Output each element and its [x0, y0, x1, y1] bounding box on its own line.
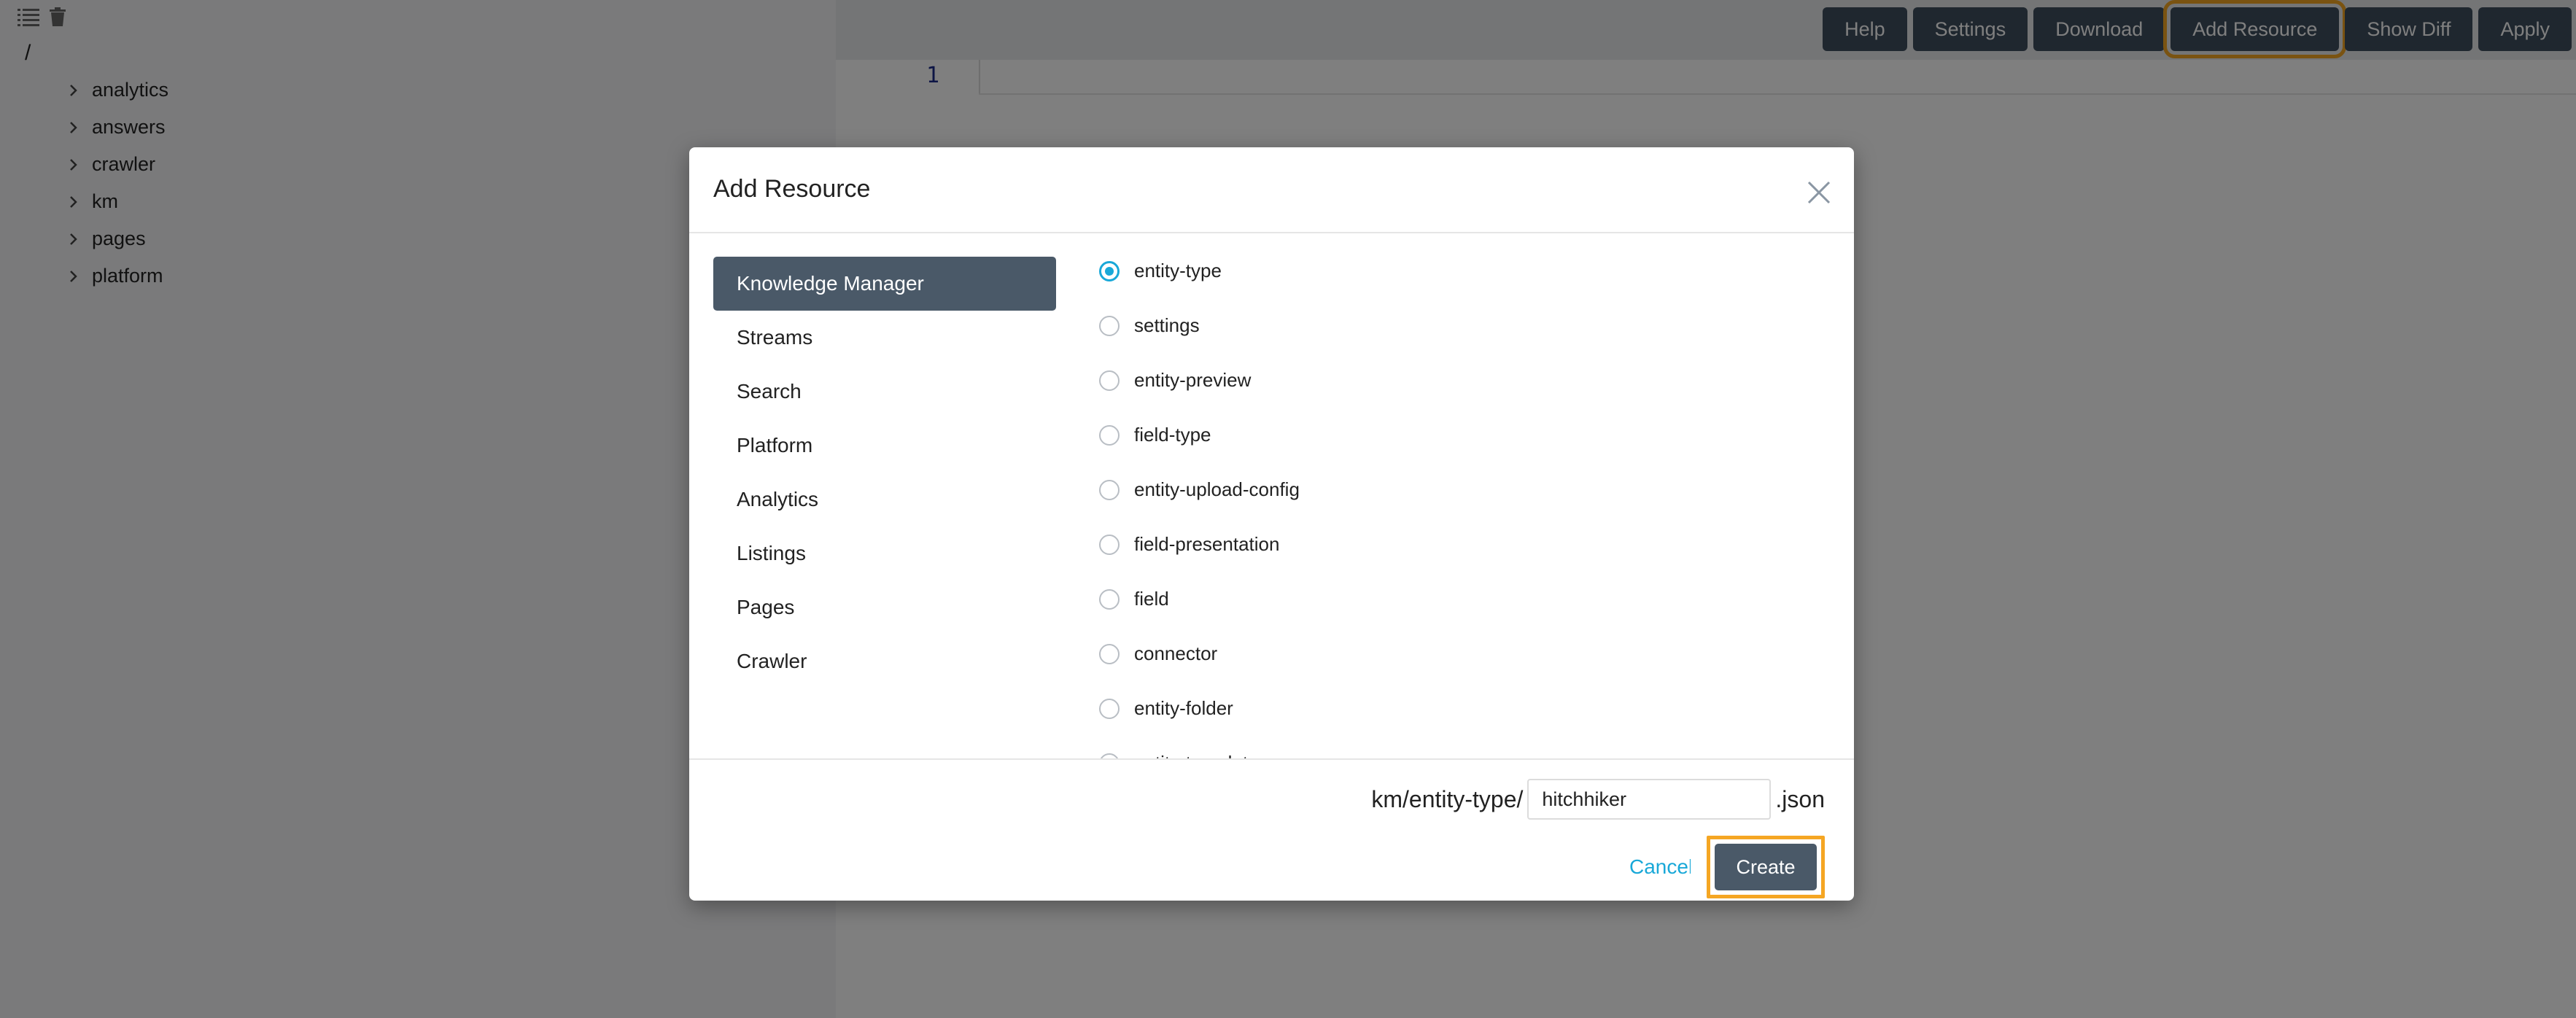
option-label: connector: [1134, 642, 1218, 664]
radio-button[interactable]: [1099, 315, 1120, 336]
option-label: entity-template: [1134, 752, 1259, 758]
option-label: field-presentation: [1134, 533, 1280, 555]
category-search[interactable]: Search: [713, 365, 1056, 419]
option-entity-preview[interactable]: entity-preview: [1099, 353, 1854, 408]
option-label: entity-type: [1134, 260, 1222, 281]
option-field-type[interactable]: field-type: [1099, 408, 1854, 462]
dialog-footer: km/entity-type/ .json Cancel Create: [689, 758, 1854, 901]
create-highlight: Create: [1707, 836, 1825, 898]
category-analytics[interactable]: Analytics: [713, 473, 1056, 527]
radio-button[interactable]: [1099, 698, 1120, 719]
option-label: entity-folder: [1134, 697, 1233, 719]
option-label: settings: [1134, 314, 1200, 336]
option-entity-upload-config[interactable]: entity-upload-config: [1099, 462, 1854, 517]
dialog-body: Knowledge Manager Streams Search Platfor…: [689, 233, 1854, 758]
option-entity-template[interactable]: entity-template: [1099, 736, 1854, 758]
option-entity-folder[interactable]: entity-folder: [1099, 681, 1854, 736]
path-suffix: .json: [1775, 785, 1825, 812]
option-settings[interactable]: settings: [1099, 298, 1854, 353]
option-field-presentation[interactable]: field-presentation: [1099, 517, 1854, 572]
option-label: entity-preview: [1134, 369, 1252, 391]
filename-input[interactable]: [1527, 779, 1772, 820]
category-platform[interactable]: Platform: [713, 419, 1056, 473]
option-label: entity-upload-config: [1134, 478, 1300, 500]
option-label: field: [1134, 588, 1169, 610]
dialog-actions: Cancel Create: [1629, 836, 1825, 898]
radio-button[interactable]: [1099, 588, 1120, 610]
create-button[interactable]: Create: [1715, 844, 1817, 890]
radio-button[interactable]: [1099, 370, 1120, 391]
close-icon[interactable]: [1806, 179, 1832, 206]
category-streams[interactable]: Streams: [713, 311, 1056, 365]
dialog-header: Add Resource: [689, 147, 1854, 233]
dialog-title: Add Resource: [713, 175, 871, 203]
radio-button[interactable]: [1099, 534, 1120, 555]
radio-button[interactable]: [1099, 753, 1120, 758]
cancel-button[interactable]: Cancel: [1629, 855, 1691, 879]
resource-type-list: entity-type settings entity-preview fiel…: [1099, 244, 1854, 758]
radio-button[interactable]: [1099, 479, 1120, 500]
add-resource-dialog: Add Resource Knowledge Manager Streams S…: [689, 147, 1854, 901]
category-list: Knowledge Manager Streams Search Platfor…: [713, 257, 1056, 688]
category-knowledge-manager[interactable]: Knowledge Manager: [713, 257, 1056, 311]
category-crawler[interactable]: Crawler: [713, 634, 1056, 688]
option-field[interactable]: field: [1099, 572, 1854, 626]
option-entity-type[interactable]: entity-type: [1099, 244, 1854, 298]
option-connector[interactable]: connector: [1099, 626, 1854, 681]
radio-button[interactable]: [1099, 643, 1120, 664]
path-prefix: km/entity-type/: [1371, 785, 1524, 812]
radio-button[interactable]: [1099, 424, 1120, 446]
resource-path: km/entity-type/ .json: [1371, 779, 1825, 820]
option-label: field-type: [1134, 424, 1211, 446]
radio-button[interactable]: [1099, 260, 1120, 281]
category-listings[interactable]: Listings: [713, 527, 1056, 580]
category-pages[interactable]: Pages: [713, 580, 1056, 634]
